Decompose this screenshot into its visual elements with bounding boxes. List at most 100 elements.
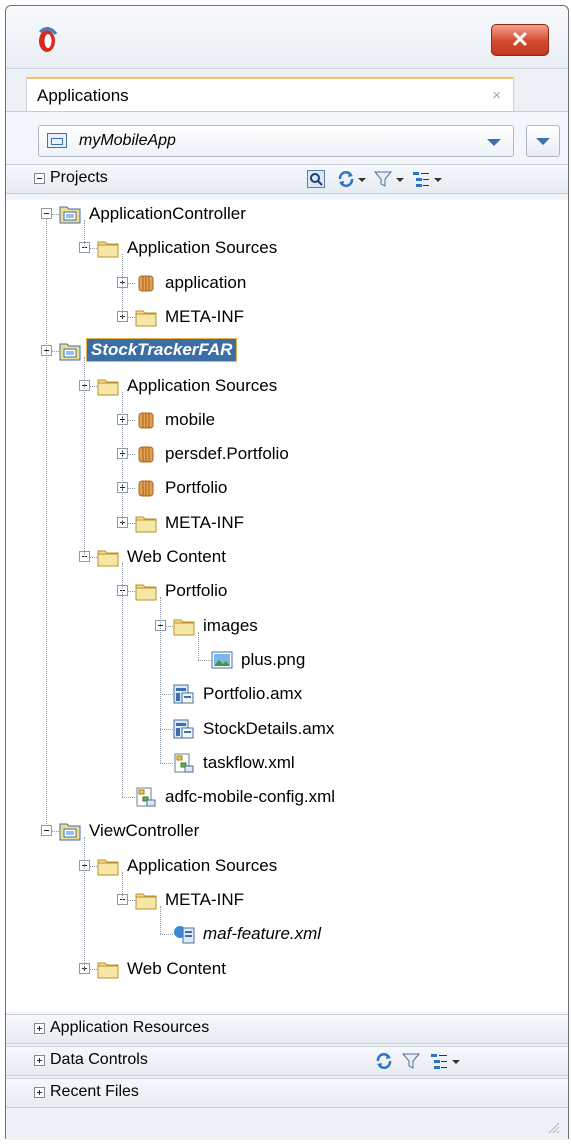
tree-node[interactable]: ApplicationController: [59, 203, 538, 227]
tree-node[interactable]: maf-feature.xml: [173, 923, 538, 947]
tree-connector: [122, 391, 123, 523]
tree-node[interactable]: META-INF: [135, 512, 538, 536]
tree-node-label: Portfolio.amx: [203, 684, 303, 704]
tree-node[interactable]: Portfolio: [135, 580, 538, 604]
data-controls-label: Data Controls: [50, 1051, 148, 1068]
application-resources-label: Application Resources: [50, 1019, 210, 1036]
tree-options-icon[interactable]: [430, 1052, 448, 1070]
folder-icon: [135, 581, 157, 601]
tree-node-label: maf-feature.xml: [203, 924, 322, 944]
tree-connector: [90, 248, 97, 250]
tree-node[interactable]: Portfolio: [135, 477, 538, 501]
tree-connector: [122, 797, 135, 799]
chevron-down-icon[interactable]: [396, 178, 404, 182]
tree-node[interactable]: taskflow.xml: [173, 752, 538, 776]
tree-connector: [52, 351, 59, 353]
tree-connector: [84, 837, 85, 969]
tree-node-label: ApplicationController: [89, 204, 246, 223]
tree-node[interactable]: Application Sources: [97, 855, 538, 879]
tree-connector: [52, 831, 59, 833]
title-bar[interactable]: ✕: [6, 6, 568, 69]
chevron-down-icon[interactable]: [452, 1060, 460, 1064]
filter-icon[interactable]: [374, 170, 392, 188]
feature-file-icon: [173, 924, 195, 944]
tab-applications[interactable]: Applications ×: [26, 77, 514, 111]
tree-node-label: Portfolio: [165, 478, 228, 498]
folder-icon: [97, 238, 119, 258]
tree-connector: [46, 219, 47, 827]
application-menu-button[interactable]: [526, 125, 560, 157]
folder-icon: [97, 959, 119, 979]
tree-node[interactable]: META-INF: [135, 306, 538, 330]
tree-node[interactable]: ViewController: [59, 820, 538, 844]
projects-section-header[interactable]: Projects: [6, 164, 568, 194]
tree-options-icon[interactable]: [412, 170, 430, 188]
tree-connector: [128, 316, 135, 318]
tab-close-icon[interactable]: ×: [492, 87, 501, 104]
resize-grip-icon[interactable]: [546, 1120, 560, 1134]
tree-node[interactable]: Web Content: [97, 958, 538, 982]
sync-icon[interactable]: [375, 1052, 393, 1070]
tree-node[interactable]: META-INF: [135, 889, 538, 913]
package-icon: [135, 444, 157, 464]
tree-connector: [128, 591, 135, 593]
tree-connector: [198, 659, 211, 661]
application-resources-section-header[interactable]: Application Resources: [6, 1014, 568, 1044]
sync-icon[interactable]: [337, 170, 355, 188]
search-icon[interactable]: [307, 170, 325, 188]
tree-node[interactable]: Application Sources: [97, 237, 538, 261]
tree-connector: [198, 631, 199, 660]
tab-applications-label: Applications: [37, 86, 129, 105]
tree-connector: [84, 220, 85, 249]
taskflow-file-icon: [173, 753, 195, 773]
folder-icon: [97, 376, 119, 396]
data-controls-section-header[interactable]: Data Controls: [6, 1046, 568, 1076]
tree-node-label: StockDetails.amx: [203, 718, 335, 738]
chevron-down-icon[interactable]: [434, 178, 442, 182]
expand-icon[interactable]: [34, 1023, 45, 1034]
project-icon: [59, 821, 81, 841]
chevron-down-icon: [487, 139, 501, 146]
collapse-icon[interactable]: [41, 825, 52, 837]
tree-node-label: Application Sources: [127, 855, 278, 875]
tree-node[interactable]: persdef.Portfolio: [135, 443, 538, 467]
bottom-panels: Application Resources Data Controls Rece…: [6, 1014, 568, 1140]
tree-node[interactable]: plus.png: [211, 649, 538, 673]
folder-icon: [135, 513, 157, 533]
tree-node[interactable]: Portfolio.amx: [173, 683, 538, 707]
tree-node[interactable]: application: [135, 272, 538, 296]
project-icon: [59, 204, 81, 224]
expand-icon[interactable]: [34, 1087, 45, 1098]
tree-node-selected[interactable]: StockTrackerFAR: [59, 338, 538, 364]
tree-node-label: StockTrackerFAR: [86, 338, 238, 363]
tree-connector: [122, 871, 123, 900]
tree-node[interactable]: adfc-mobile-config.xml: [135, 786, 538, 810]
folder-icon: [173, 616, 195, 636]
tree-node-label: Web Content: [127, 958, 226, 978]
tree-node-label: ViewController: [89, 821, 200, 841]
window-close-button[interactable]: ✕: [491, 24, 549, 56]
tree-node[interactable]: mobile: [135, 409, 538, 433]
tree-node[interactable]: images: [173, 615, 538, 639]
tree-connector: [122, 254, 123, 317]
tree-connector: [160, 934, 173, 936]
tree-connector: [128, 419, 135, 421]
package-icon: [135, 410, 157, 430]
tree-node[interactable]: StockDetails.amx: [173, 718, 538, 742]
collapse-icon[interactable]: [34, 173, 45, 184]
tree-node[interactable]: Web Content: [97, 546, 538, 570]
folder-icon: [97, 856, 119, 876]
tree-connector: [160, 762, 173, 764]
project-icon: [59, 341, 81, 361]
application-dropdown[interactable]: myMobileApp: [38, 125, 514, 157]
expand-icon[interactable]: [34, 1055, 45, 1066]
oracle-app-icon: [38, 27, 58, 52]
filter-icon[interactable]: [402, 1052, 420, 1070]
chevron-down-icon[interactable]: [358, 178, 366, 182]
collapse-icon[interactable]: [41, 208, 52, 219]
recent-files-label: Recent Files: [50, 1083, 139, 1100]
tree-node[interactable]: Application Sources: [97, 375, 538, 399]
recent-files-section-header[interactable]: Recent Files: [6, 1078, 568, 1108]
tree-connector: [90, 968, 97, 970]
folder-icon: [97, 547, 119, 567]
